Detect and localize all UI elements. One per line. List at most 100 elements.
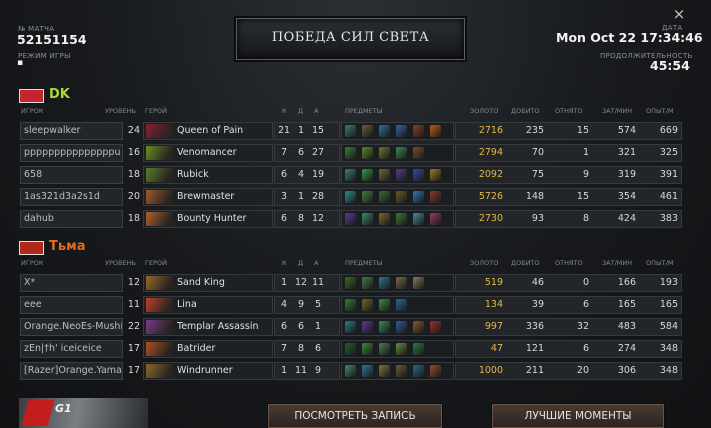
hero-cell[interactable]: Bounty Hunter (143, 210, 273, 228)
player-row[interactable]: Orange.NeoEs-Mushi 22 Templar Assassin 6 6 1 9… (20, 318, 682, 336)
player-name[interactable]: zEn|†h' iceiceice (20, 340, 123, 358)
player-row[interactable]: 658 18 Rubick 6 4 19 2092 75 9 319 391 (20, 166, 682, 184)
item-icon[interactable] (345, 147, 356, 159)
hero-cell[interactable]: Queen of Pain (143, 122, 273, 140)
hero-name: Rubick (177, 169, 209, 180)
item-icon[interactable] (413, 191, 424, 203)
hero-cell[interactable]: Rubick (143, 166, 273, 184)
item-icon[interactable] (413, 321, 424, 333)
item-icon[interactable] (413, 365, 424, 377)
item-icon[interactable] (345, 299, 356, 311)
item-icon[interactable] (379, 365, 390, 377)
item-icon[interactable] (430, 365, 441, 377)
item-icon[interactable] (430, 191, 441, 203)
item-icon[interactable] (345, 321, 356, 333)
player-row[interactable]: eee 11 Lina 4 9 5 134 39 6 165 165 (20, 296, 682, 314)
player-name[interactable]: pppppppppppppppu (20, 144, 123, 162)
items-cell (341, 188, 454, 206)
hero-cell[interactable]: Sand King (143, 274, 273, 292)
hero-cell[interactable]: Batrider (143, 340, 273, 358)
close-icon[interactable]: × (671, 6, 687, 22)
hero-cell[interactable]: Templar Assassin (143, 318, 273, 336)
item-icon[interactable] (413, 213, 424, 225)
player-name[interactable]: sleepwalker (20, 122, 123, 140)
item-icon[interactable] (396, 147, 407, 159)
player-name[interactable]: dahub (20, 210, 123, 228)
item-icon[interactable] (396, 125, 407, 137)
item-icon[interactable] (362, 365, 373, 377)
stats-cell: 134 39 6 165 165 (455, 296, 682, 314)
gold: 2716 (478, 125, 503, 136)
item-icon[interactable] (413, 343, 424, 355)
player-row[interactable]: sleepwalker 24 Queen of Pain 21 1 15 2716 235 15… (20, 122, 682, 140)
player-name[interactable]: [Razer]Orange.Yamate (20, 362, 123, 380)
item-icon[interactable] (362, 191, 373, 203)
hero-cell[interactable]: Windrunner (143, 362, 273, 380)
player-row[interactable]: pppppppppppppppu 16 Venomancer 7 6 27 2794 70 1 3… (20, 144, 682, 162)
item-icon[interactable] (379, 125, 390, 137)
player-row[interactable]: dahub 18 Bounty Hunter 6 8 12 2730 93 8 424 383 (20, 210, 682, 228)
hero-cell[interactable]: Lina (143, 296, 273, 314)
highlights-button[interactable]: ЛУЧШИЕ МОМЕНТЫ (492, 404, 664, 428)
item-icon[interactable] (413, 125, 424, 137)
item-icon[interactable] (413, 277, 424, 289)
item-icon[interactable] (379, 213, 390, 225)
item-icon[interactable] (413, 169, 424, 181)
item-icon[interactable] (430, 213, 441, 225)
item-icon[interactable] (379, 299, 390, 311)
item-icon[interactable] (362, 277, 373, 289)
item-icon[interactable] (345, 213, 356, 225)
player-row[interactable]: 1as321d3a2s1d 20 Brewmaster 3 1 28 5726 148 15 35… (20, 188, 682, 206)
item-icon[interactable] (396, 343, 407, 355)
item-icon[interactable] (396, 191, 407, 203)
item-icon[interactable] (430, 169, 441, 181)
player-row[interactable]: [Razer]Orange.Yamate 17 Windrunner 1 11 9 1000… (20, 362, 682, 380)
item-icon[interactable] (396, 213, 407, 225)
item-icon[interactable] (345, 169, 356, 181)
player-name[interactable]: Orange.NeoEs-Mushi (20, 318, 123, 336)
item-icon[interactable] (345, 125, 356, 137)
item-icon[interactable] (430, 321, 441, 333)
item-icon[interactable] (345, 191, 356, 203)
item-icon[interactable] (396, 365, 407, 377)
item-icon[interactable] (413, 147, 424, 159)
item-icon[interactable] (396, 299, 407, 311)
item-icon[interactable] (396, 321, 407, 333)
team-name: Тьма (49, 239, 86, 254)
item-icon[interactable] (362, 213, 373, 225)
item-icon[interactable] (345, 343, 356, 355)
item-icon[interactable] (379, 277, 390, 289)
player-row[interactable]: X* 12 Sand King 1 12 11 519 46 0 166 193 (20, 274, 682, 292)
item-icon[interactable] (396, 169, 407, 181)
player-name[interactable]: 1as321d3a2s1d (20, 188, 123, 206)
watch-replay-button[interactable]: ПОСМОТРЕТЬ ЗАПИСЬ (268, 404, 442, 428)
item-icon[interactable] (379, 169, 390, 181)
player-name[interactable]: X* (20, 274, 123, 292)
item-icon[interactable] (362, 125, 373, 137)
hero-cell[interactable]: Brewmaster (143, 188, 273, 206)
item-icon[interactable] (362, 321, 373, 333)
last-hits: 93 (531, 213, 544, 224)
item-icon[interactable] (379, 191, 390, 203)
item-icon[interactable] (362, 299, 373, 311)
xpm: 354 (617, 191, 636, 202)
player-name[interactable]: eee (20, 296, 123, 314)
col-header-d: Д (298, 107, 304, 115)
item-icon[interactable] (362, 147, 373, 159)
assists: 1 (314, 321, 322, 332)
hero-cell[interactable]: Venomancer (143, 144, 273, 162)
player-name[interactable]: 658 (20, 166, 123, 184)
denies: 20 (576, 365, 589, 376)
stats-cell: 2716 235 15 574 669 (455, 122, 682, 140)
item-icon[interactable] (379, 147, 390, 159)
item-icon[interactable] (396, 277, 407, 289)
match-id: 52151154 (17, 32, 87, 47)
item-icon[interactable] (345, 277, 356, 289)
item-icon[interactable] (430, 125, 441, 137)
item-icon[interactable] (379, 343, 390, 355)
item-icon[interactable] (362, 343, 373, 355)
item-icon[interactable] (379, 321, 390, 333)
item-icon[interactable] (362, 169, 373, 181)
item-icon[interactable] (345, 365, 356, 377)
player-row[interactable]: zEn|†h' iceiceice 17 Batrider 7 8 6 47 121 6 274 3… (20, 340, 682, 358)
